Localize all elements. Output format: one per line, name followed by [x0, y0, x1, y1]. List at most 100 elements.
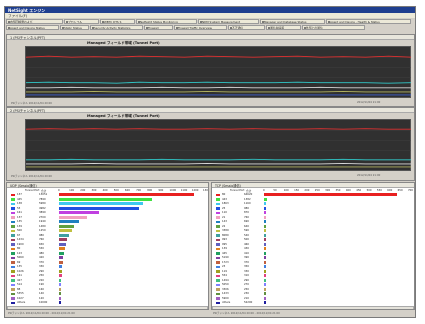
line-chart-panel-1: 1 (PSIチャンネル(PFT) Managed フィールド帯域 (Tunnel… [6, 34, 415, 107]
tab-3[interactable]: NetSight Status Monitoring [136, 19, 197, 24]
legend-swatch [11, 297, 15, 300]
x-tick-label: 1300 [203, 189, 209, 192]
bar [59, 274, 62, 278]
category-label: 138 [17, 202, 22, 205]
series-line-1 [25, 81, 412, 84]
bar [59, 220, 80, 224]
bar [59, 301, 61, 305]
horizontal-scrollbar[interactable] [7, 306, 208, 309]
radio-icon [261, 21, 264, 23]
bar [59, 251, 64, 255]
tab-label: プロトコル [68, 20, 82, 24]
tab-5[interactable]: Manager and Database Status [260, 19, 325, 24]
bar [264, 247, 266, 251]
tab-0[interactable]: 内部回線量および [6, 19, 63, 24]
tab-10[interactable]: Firewall [144, 25, 173, 30]
legend-swatch [216, 265, 220, 269]
tab-8[interactable]: Static Status [60, 25, 89, 30]
tab-2[interactable]: WBTC DTS S [100, 19, 135, 24]
legend-swatch [11, 216, 15, 219]
legend-swatch [11, 193, 15, 197]
bar [264, 233, 266, 237]
legend-swatch [216, 216, 220, 219]
value-label: 980 [244, 206, 249, 210]
legend-swatch [11, 265, 15, 269]
tab-1[interactable]: プロトコル [64, 19, 99, 24]
legend-swatch [11, 247, 15, 251]
tab-11[interactable]: Firewall Traffic Overview [174, 25, 227, 30]
bottom-status-right: PSIチャンネル 2012/11/04 20:00 - 2012/11/04 2… [213, 312, 280, 315]
bar [59, 215, 87, 219]
value-label: 10000 [39, 301, 48, 304]
tab-label: Firewall Traffic Overview [178, 26, 212, 30]
x-tick-label: 200 [80, 189, 86, 192]
tab-12[interactable]: 不正通信 [228, 25, 265, 30]
bar [264, 206, 267, 210]
value-label: 250 [39, 274, 44, 277]
legend-swatch [11, 198, 15, 201]
legend-swatch [11, 261, 15, 264]
legend-swatch [11, 202, 15, 206]
legend-swatch [11, 238, 15, 242]
series-line-2 [26, 162, 411, 165]
category-label: 8080 [222, 233, 229, 237]
horizontal-scrollbar[interactable] [212, 306, 414, 309]
category-label: 1026 [17, 269, 24, 273]
value-label: 1250 [39, 229, 46, 232]
bar [264, 215, 266, 219]
radio-icon [137, 21, 140, 23]
value-label: 500 [244, 238, 249, 241]
radio-icon [7, 21, 10, 23]
value-label: 2700 [39, 215, 46, 219]
tab-label: Agent and Device Status [10, 26, 45, 30]
x-tick-label: 900 [158, 189, 164, 192]
tab-9[interactable]: Security Activity Statistics [90, 25, 143, 30]
tab-7[interactable]: Agent and Device Status [6, 25, 59, 30]
legend-swatch [216, 274, 220, 278]
value-label: 140 [39, 292, 44, 295]
legend-swatch [216, 288, 220, 291]
bar [59, 283, 61, 287]
panel-title: UDP (Sessio通信) [10, 184, 37, 189]
x-tick-label: 400 [345, 189, 351, 192]
value-label: 870 [244, 211, 249, 214]
x-tick-label: 300 [91, 189, 97, 192]
legend-swatch [216, 283, 220, 287]
value-label: 760 [39, 238, 44, 241]
tab-14[interactable]: 外部との通信 [302, 25, 365, 30]
value-label: 64620 [244, 193, 253, 196]
legend-swatch [216, 261, 220, 264]
radio-icon [7, 27, 10, 29]
value-label: 330 [39, 265, 44, 268]
x-tick-label: 400 [102, 189, 108, 192]
category-label: 5190 [222, 256, 229, 259]
value-label: 480 [39, 251, 44, 255]
value-label: 980 [39, 233, 44, 237]
series-line-0 [25, 128, 411, 130]
line-chart-panel-2: 2 (PSIチャンネル(PFT) Managed フィールド帯域 (Tunnel… [6, 107, 415, 181]
value-label: 1940 [39, 220, 46, 223]
legend-swatch [216, 292, 220, 296]
tab-4[interactable]: NDM System Measurement [198, 19, 259, 24]
bar [264, 296, 266, 300]
tab-13[interactable]: 通信先情報 [266, 25, 301, 30]
legend-swatch [11, 292, 15, 296]
tab-6[interactable]: Agent and Device - Health & Status [326, 19, 411, 24]
bar [264, 211, 266, 215]
x-tick-label: 500 [366, 189, 372, 192]
bar [59, 287, 61, 291]
legend-swatch [11, 279, 15, 282]
category-label: 1723 [222, 260, 229, 264]
menu-file[interactable]: ファイル(F) [8, 14, 27, 19]
category-label: 135 [17, 220, 22, 223]
value-label: 290 [244, 278, 249, 282]
bar [264, 224, 266, 228]
category-label: 139 [222, 247, 227, 250]
tab-label: NDM System Measurement [202, 20, 241, 24]
panel-header: 1 (PSIチャンネル(PFT) [7, 35, 414, 40]
legend-swatch [216, 279, 220, 282]
value-label: 370 [39, 260, 44, 264]
category-label: 123 [17, 251, 22, 255]
category-label: 5900 [222, 296, 229, 300]
value-label: 5980 [39, 202, 46, 205]
